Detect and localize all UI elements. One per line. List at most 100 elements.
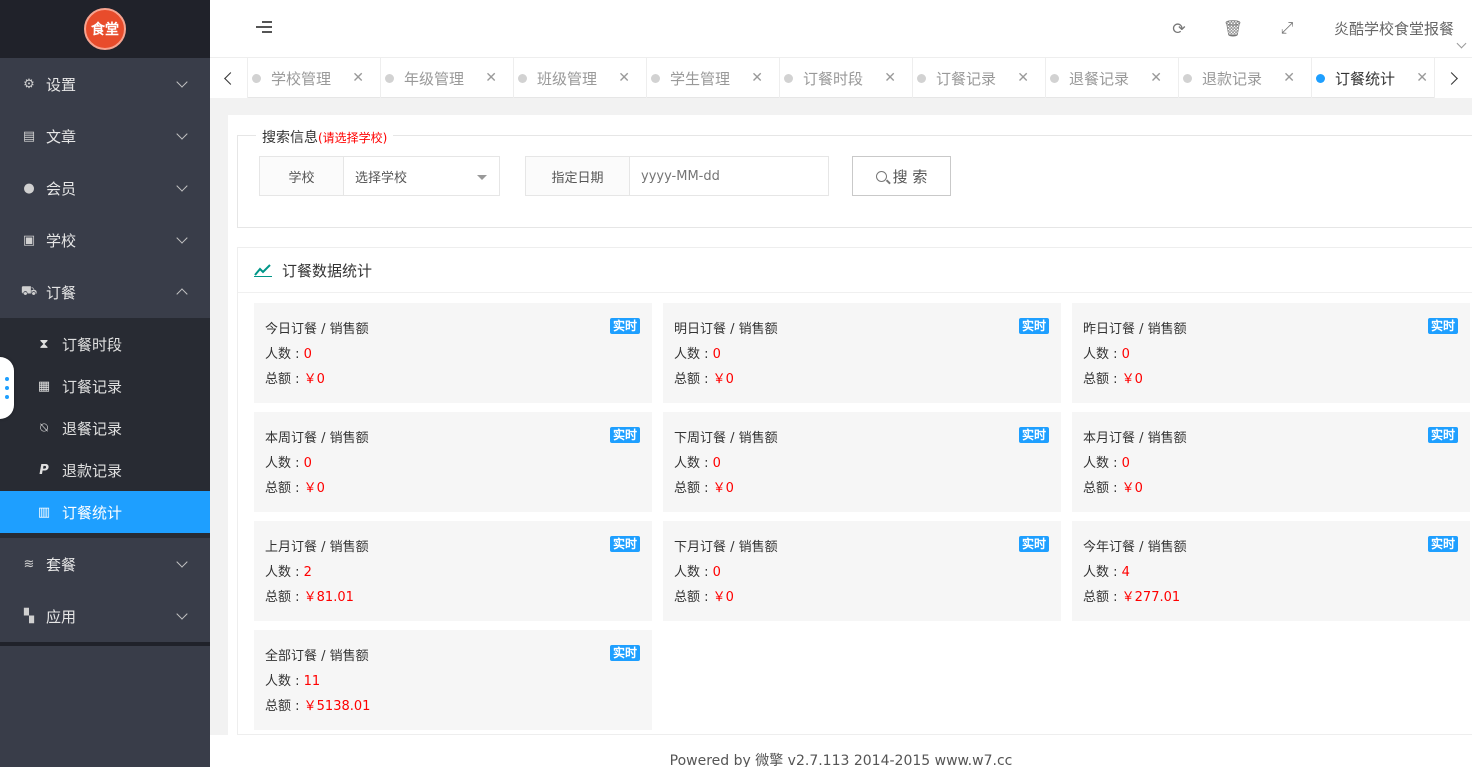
- stat-total: ￥0: [1121, 481, 1143, 496]
- sidebar-item-ordering[interactable]: ⛟ 订餐: [0, 266, 210, 318]
- stat-total-row: 总额 : ￥0: [674, 477, 734, 496]
- refresh-icon[interactable]: ⟳: [1169, 18, 1189, 38]
- tab-label: 学校管理: [271, 69, 332, 88]
- ordering-submenu: ⧗ 订餐时段 ▦ 订餐记录 ⍉ 退餐记录 P 退款记录 ▥ 订餐统计: [0, 318, 210, 538]
- trash-icon[interactable]: 🗑: [1223, 18, 1243, 38]
- close-icon[interactable]: ✕: [352, 70, 364, 86]
- total-label: 总额 :: [1083, 372, 1122, 387]
- tab-class-management[interactable]: 班级管理 ✕: [514, 58, 647, 98]
- stat-count-row: 人数 : 0: [265, 452, 312, 471]
- stat-total-row: 总额 : ￥0: [674, 586, 734, 605]
- stat-card: 明日订餐 / 销售额 实时 人数 : 0 总额 : ￥0: [663, 303, 1061, 403]
- close-icon[interactable]: ✕: [751, 70, 763, 86]
- tab-label: 订餐记录: [936, 69, 997, 88]
- close-icon[interactable]: ✕: [1017, 70, 1029, 86]
- footer: Powered by 微擎 v2.7.113 2014-2015 www.w7.…: [210, 750, 1472, 767]
- date-label: 指定日期: [526, 157, 630, 195]
- stat-total: ￥81.01: [303, 590, 354, 605]
- stat-total: ￥0: [303, 372, 325, 387]
- tab-scroll-right-button[interactable]: [1434, 58, 1472, 98]
- tab-refund-records[interactable]: 退款记录 ✕: [1179, 58, 1312, 98]
- newspaper-icon: ▤: [22, 128, 36, 144]
- user-icon: ●: [23, 180, 35, 196]
- chevron-down-icon: [176, 76, 188, 88]
- realtime-badge: 实时: [609, 645, 640, 661]
- stat-count: 11: [303, 674, 321, 689]
- sidebar-menu-bottom: ≋ 套餐 ▚ 应用: [0, 538, 210, 642]
- tab-student-management[interactable]: 学生管理 ✕: [647, 58, 780, 98]
- tab-scroll-left-button[interactable]: [210, 58, 248, 98]
- stat-count: 0: [303, 347, 312, 362]
- close-icon[interactable]: ✕: [884, 70, 896, 86]
- count-label: 人数 :: [265, 456, 304, 471]
- tab-order-stats[interactable]: 订餐统计 ✕: [1312, 58, 1445, 98]
- close-icon[interactable]: ✕: [1150, 70, 1162, 86]
- stat-total: ￥0: [303, 481, 325, 496]
- realtime-badge: 实时: [1018, 427, 1049, 443]
- stat-count-row: 人数 : 2: [265, 561, 312, 580]
- realtime-badge: 实时: [1427, 427, 1458, 443]
- stat-card-title: 下月订餐 / 销售额: [674, 540, 778, 555]
- tab-label: 学生管理: [670, 69, 731, 88]
- close-icon[interactable]: ✕: [1416, 70, 1428, 86]
- sidebar-item-school[interactable]: ▣ 学校: [0, 214, 210, 266]
- close-icon[interactable]: ✕: [485, 70, 497, 86]
- count-label: 人数 :: [265, 347, 304, 362]
- realtime-badge: 实时: [609, 427, 640, 443]
- sidebar-item-apps[interactable]: ▚ 应用: [0, 590, 210, 642]
- sidebar-item-cancel-records[interactable]: ⍉ 退餐记录: [0, 407, 210, 449]
- close-icon[interactable]: ✕: [1283, 70, 1295, 86]
- sidebar-item-refund-records[interactable]: P 退款记录: [0, 449, 210, 491]
- total-label: 总额 :: [265, 481, 304, 496]
- count-label: 人数 :: [674, 565, 713, 580]
- fullscreen-icon[interactable]: ⤢: [1277, 18, 1297, 38]
- stat-count: 2: [303, 565, 312, 580]
- stat-card: 全部订餐 / 销售额 实时 人数 : 11 总额 : ￥5138.01: [254, 630, 652, 730]
- date-input[interactable]: yyyy-MM-dd: [630, 157, 828, 195]
- sidebar-item-order-stats[interactable]: ▥ 订餐统计: [0, 491, 210, 533]
- tab-dot: [917, 73, 926, 83]
- tab-order-period[interactable]: 订餐时段 ✕: [780, 58, 913, 98]
- total-label: 总额 :: [674, 372, 713, 387]
- sidebar-item-label: 文章: [46, 127, 77, 146]
- search-legend-hint: (请选择学校): [318, 131, 388, 145]
- tab-label: 订餐统计: [1335, 69, 1396, 88]
- tab-dot: [385, 73, 394, 83]
- stats-title: 订餐数据统计: [282, 261, 373, 280]
- stat-card-title: 全部订餐 / 销售额: [265, 649, 369, 664]
- sidebar-background: [0, 646, 210, 767]
- chevron-right-icon: [1445, 71, 1458, 85]
- sidebar-item-label: 退款记录: [62, 461, 123, 480]
- search-button[interactable]: 搜 索: [852, 156, 951, 196]
- stat-card: 今年订餐 / 销售额 实时 人数 : 4 总额 : ￥277.01: [1072, 521, 1470, 621]
- sidebar-item-articles[interactable]: ▤ 文章: [0, 110, 210, 162]
- sidebar-item-label: 应用: [46, 607, 77, 626]
- tab-label: 退款记录: [1202, 69, 1263, 88]
- drag-handle[interactable]: [0, 357, 14, 419]
- school-select[interactable]: 选择学校: [344, 157, 499, 195]
- close-icon[interactable]: ✕: [618, 70, 630, 86]
- tab-cancel-records[interactable]: 退餐记录 ✕: [1046, 58, 1179, 98]
- stat-total: ￥0: [712, 372, 734, 387]
- stat-count: 0: [1121, 347, 1130, 362]
- sidebar-item-members[interactable]: ● 会员: [0, 162, 210, 214]
- tab-dot: [252, 73, 261, 83]
- stat-total: ￥5138.01: [303, 699, 371, 714]
- stat-count-row: 人数 : 0: [674, 452, 721, 471]
- tab-school-management[interactable]: 学校管理 ✕: [248, 58, 381, 98]
- tab-order-records[interactable]: 订餐记录 ✕: [913, 58, 1046, 98]
- sidebar-item-order-records[interactable]: ▦ 订餐记录: [0, 365, 210, 407]
- date-field: 指定日期 yyyy-MM-dd: [525, 156, 829, 196]
- site-name-dropdown[interactable]: 炎酷学校食堂报餐: [1334, 18, 1454, 39]
- sidebar-item-order-period[interactable]: ⧗ 订餐时段: [0, 323, 210, 365]
- sidebar-item-settings[interactable]: ⚙ 设置: [0, 58, 210, 110]
- stat-total-row: 总额 : ￥0: [1083, 368, 1143, 387]
- stat-card: 今日订餐 / 销售额 实时 人数 : 0 总额 : ￥0: [254, 303, 652, 403]
- sidebar-item-packages[interactable]: ≋ 套餐: [0, 538, 210, 590]
- logo[interactable]: 食堂: [0, 0, 210, 58]
- tab-grade-management[interactable]: 年级管理 ✕: [381, 58, 514, 98]
- total-label: 总额 :: [674, 590, 713, 605]
- tab-dot: [1183, 73, 1192, 83]
- sidebar-toggle-icon[interactable]: [256, 21, 272, 35]
- stat-card-title: 本周订餐 / 销售额: [265, 431, 369, 446]
